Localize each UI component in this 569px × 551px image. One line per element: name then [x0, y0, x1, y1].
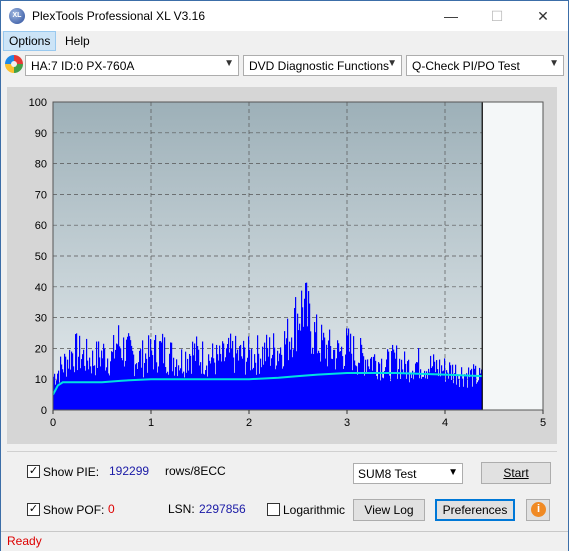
show-pie-checkbox[interactable]: ✓ [27, 465, 40, 478]
controls-panel: ✓ Show PIE: 192299 rows/8ECC ✓ Show POF:… [7, 451, 557, 532]
x-tick-label: 3 [344, 417, 350, 429]
y-tick-label: 90 [35, 128, 47, 140]
y-tick-label: 80 [35, 159, 47, 171]
y-tick-label: 70 [35, 189, 47, 201]
pie-value: 192299 [109, 464, 150, 478]
show-pof-checkbox[interactable]: ✓ [27, 503, 40, 516]
menu-options[interactable]: Options [3, 31, 57, 51]
function-select[interactable]: DVD Diagnostic Functions ▼ [243, 55, 402, 76]
y-tick-label: 0 [41, 405, 47, 417]
start-button-label: Start [503, 466, 529, 480]
preferences-button-label: Preferences [442, 503, 508, 517]
x-tick-label: 1 [148, 417, 154, 429]
test-select[interactable]: Q-Check PI/PO Test ▼ [406, 55, 564, 76]
y-tick-label: 20 [35, 343, 47, 355]
y-tick-label: 10 [35, 374, 47, 386]
y-tick-label: 50 [35, 251, 47, 263]
y-tick-label: 40 [35, 282, 47, 294]
sum-test-value: SUM8 Test [358, 467, 417, 481]
x-tick-label: 5 [540, 417, 546, 429]
x-tick-label: 0 [50, 417, 56, 429]
menu-bar: Options Help [1, 31, 568, 51]
status-bar: Ready [1, 531, 568, 551]
chevron-down-icon: ▼ [224, 58, 234, 69]
logarithmic-checkbox[interactable] [267, 503, 280, 516]
disc-icon [5, 55, 23, 73]
chevron-down-icon: ▼ [448, 467, 458, 478]
drive-select[interactable]: HA:7 ID:0 PX-760A ▼ [25, 55, 239, 76]
test-select-value: Q-Check PI/PO Test [412, 59, 520, 73]
xl-logo-icon: XL [9, 8, 25, 24]
pi-po-chart: 0 10 20 30 40 50 60 70 80 90 100 0 1 2 3 4 5 [7, 87, 557, 444]
x-tick-label: 2 [246, 417, 252, 429]
window-title: PlexTools Professional XL V3.16 [32, 9, 205, 23]
status-text: Ready [7, 534, 42, 548]
x-tick-label: 4 [442, 417, 448, 429]
info-icon: i [531, 502, 546, 517]
start-button[interactable]: Start [481, 462, 551, 484]
show-pie-label: Show PIE: [43, 465, 100, 479]
y-tick-label: 100 [29, 97, 47, 109]
lsn-label: LSN: [168, 502, 195, 516]
show-pof-label: Show POF: [43, 503, 105, 517]
menu-help[interactable]: Help [60, 32, 95, 50]
chevron-down-icon: ▼ [549, 58, 559, 69]
view-log-button[interactable]: View Log [353, 499, 425, 521]
maximize-button[interactable]: ☐ [474, 1, 520, 31]
sum-test-select[interactable]: SUM8 Test ▼ [353, 463, 463, 484]
drive-select-value: HA:7 ID:0 PX-760A [31, 59, 135, 73]
info-button[interactable]: i [526, 499, 550, 521]
lsn-value: 2297856 [199, 502, 246, 516]
view-log-button-label: View Log [364, 503, 414, 517]
minimize-button[interactable]: — [428, 1, 474, 31]
app-window: XL PlexTools Professional XL V3.16 — ☐ ✕… [0, 0, 569, 551]
y-tick-label: 60 [35, 220, 47, 232]
function-select-value: DVD Diagnostic Functions [249, 59, 390, 73]
logarithmic-label: Logarithmic [283, 503, 346, 517]
title-bar: XL PlexTools Professional XL V3.16 — ☐ ✕ [1, 1, 568, 31]
preferences-button[interactable]: Preferences [435, 499, 515, 521]
y-tick-label: 30 [35, 313, 47, 325]
chart-panel: 0 10 20 30 40 50 60 70 80 90 100 0 1 2 3 4 5 [7, 87, 557, 444]
close-button[interactable]: ✕ [520, 1, 566, 31]
chevron-down-icon: ▼ [387, 58, 397, 69]
pie-unit: rows/8ECC [165, 464, 226, 478]
unused-region [482, 102, 543, 410]
pof-value: 0 [108, 502, 115, 516]
